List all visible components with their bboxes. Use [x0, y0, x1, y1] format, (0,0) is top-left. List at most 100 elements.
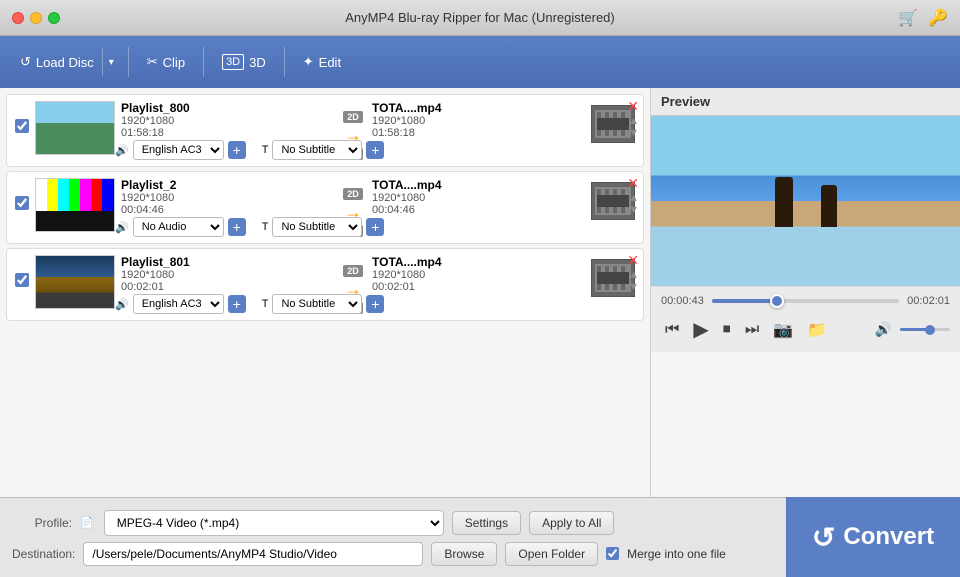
convert-button[interactable]: ↺ Convert — [812, 521, 934, 554]
beach-scene — [651, 116, 960, 286]
skip-end-button[interactable]: ⏭ — [741, 319, 763, 341]
load-disc-dropdown[interactable]: ▾ — [102, 48, 120, 76]
item-0-output-name: TOTA....mp4 — [372, 101, 585, 115]
item-2-subtitle-select[interactable]: No Subtitle — [272, 294, 362, 314]
item-2-move-up[interactable]: ▲ — [628, 269, 639, 281]
item-0-reorder: ▲ ▼ — [628, 115, 639, 139]
item-0-audio-select[interactable]: English AC3 No Audio — [133, 140, 224, 160]
item-1-subtitle-select[interactable]: No Subtitle — [272, 217, 362, 237]
item-1-checkbox[interactable] — [15, 196, 29, 210]
item-0-close[interactable]: ✕ — [627, 99, 639, 113]
merge-checkbox[interactable] — [606, 547, 619, 560]
play-button[interactable]: ▶ — [689, 315, 712, 344]
clip-icon: ✂ — [147, 54, 158, 70]
volume-icon[interactable]: 🔊 — [871, 319, 896, 340]
item-1-duration: 00:04:46 — [121, 204, 334, 216]
settings-button[interactable]: Settings — [452, 511, 521, 535]
item-1-tracks: 🔊 No Audio English AC3 + T No Subtitle + — [115, 217, 384, 237]
item-2-checkbox[interactable] — [15, 273, 29, 287]
load-disc-icon: ↺ — [20, 54, 31, 70]
item-1-audio-select[interactable]: No Audio English AC3 — [133, 217, 224, 237]
close-button[interactable] — [12, 12, 24, 24]
item-0-subtitle-add[interactable]: + — [366, 141, 384, 159]
item-2-name: Playlist_801 — [121, 255, 334, 269]
item-2-move-down[interactable]: ▼ — [628, 281, 639, 293]
item-2-info: Playlist_801 1920*1080 00:02:01 — [121, 255, 334, 293]
item-0-audio-icon: 🔊 — [115, 144, 129, 157]
item-0-badge-src: 2D — [343, 111, 363, 123]
content-wrapper: Playlist_800 1920*1080 01:58:18 2D → 2D … — [0, 88, 960, 577]
item-1-reorder: ▲ ▼ — [628, 192, 639, 216]
item-1-audio-icon: 🔊 — [115, 221, 129, 234]
folder-button[interactable]: 📁 — [803, 318, 831, 342]
item-0-subtitle-icon: T — [262, 144, 269, 156]
figure-1 — [775, 177, 793, 227]
item-1-name: Playlist_2 — [121, 178, 334, 192]
title-bar: AnyMP4 Blu-ray Ripper for Mac (Unregiste… — [0, 0, 960, 36]
item-2-subtitle-icon: T — [262, 298, 269, 310]
item-1-resolution: 1920*1080 — [121, 192, 334, 204]
item-2-reorder: ▲ ▼ — [628, 269, 639, 293]
user-icon[interactable]: 🔑 — [928, 8, 948, 28]
item-1-audio-add[interactable]: + — [228, 218, 246, 236]
item-1-badge-src: 2D — [343, 188, 363, 200]
item-1-subtitle-add[interactable]: + — [366, 218, 384, 236]
item-0-subtitle-select[interactable]: No Subtitle — [272, 140, 362, 160]
progress-track[interactable] — [712, 299, 899, 303]
item-0-move-down[interactable]: ▼ — [628, 127, 639, 139]
screenshot-button[interactable]: 📷 — [769, 318, 797, 342]
edit-label: Edit — [319, 55, 341, 70]
clip-button[interactable]: ✂ Clip — [137, 48, 195, 76]
item-2-badge-src: 2D — [343, 265, 363, 277]
item-1-output-res: 1920*1080 — [372, 192, 585, 204]
convert-icon: ↺ — [812, 521, 835, 554]
item-0-duration: 01:58:18 — [121, 127, 334, 139]
item-0-resolution: 1920*1080 — [121, 115, 334, 127]
figure-2 — [821, 185, 837, 227]
minimize-button[interactable] — [30, 12, 42, 24]
edit-button[interactable]: ✦ Edit — [293, 48, 351, 76]
apply-all-button[interactable]: Apply to All — [529, 511, 614, 535]
item-0-output-dur: 01:58:18 — [372, 127, 585, 139]
traffic-lights — [12, 12, 60, 24]
volume-track[interactable] — [900, 328, 950, 331]
item-0-move-up[interactable]: ▲ — [628, 115, 639, 127]
toolbar-divider-3 — [284, 47, 285, 77]
item-0-audio-add[interactable]: + — [228, 141, 246, 159]
profile-icon: 📄 — [80, 516, 94, 529]
item-2-thumbnail — [35, 255, 115, 309]
progress-bar-container: 00:00:43 00:02:01 — [661, 295, 950, 307]
profile-select[interactable]: MPEG-4 Video (*.mp4) — [104, 510, 444, 536]
item-0-info: Playlist_800 1920*1080 01:58:18 — [121, 101, 334, 139]
cart-icon[interactable]: 🛒 — [898, 8, 918, 28]
item-2-subtitle-add[interactable]: + — [366, 295, 384, 313]
preview-video — [651, 116, 960, 286]
threed-button[interactable]: 3D 3D — [212, 48, 276, 76]
destination-label: Destination: — [12, 547, 75, 561]
destination-input[interactable]: /Users/pele/Documents/AnyMP4 Studio/Vide… — [83, 542, 423, 566]
open-folder-button[interactable]: Open Folder — [505, 542, 598, 566]
browse-button[interactable]: Browse — [431, 542, 497, 566]
toolbar-divider-1 — [128, 47, 129, 77]
clip-label: Clip — [163, 55, 185, 70]
skip-start-button[interactable]: ⏮ — [661, 319, 683, 341]
item-0-thumbnail — [35, 101, 115, 155]
threed-label: 3D — [249, 55, 266, 70]
item-0-output: TOTA....mp4 1920*1080 01:58:18 — [372, 101, 585, 139]
item-2-audio-add[interactable]: + — [228, 295, 246, 313]
item-2-audio-select[interactable]: English AC3 No Audio — [133, 294, 224, 314]
film-strip-icon — [595, 110, 631, 138]
item-1-close[interactable]: ✕ — [627, 176, 639, 190]
item-0-checkbox[interactable] — [15, 119, 29, 133]
maximize-button[interactable] — [48, 12, 60, 24]
item-1-info: Playlist_2 1920*1080 00:04:46 — [121, 178, 334, 216]
preview-controls: 00:00:43 00:02:01 ⏮ ▶ ⏹ ⏭ 📷 📁 🔊 — [651, 286, 960, 352]
item-2-close[interactable]: ✕ — [627, 253, 639, 267]
item-1-move-up[interactable]: ▲ — [628, 192, 639, 204]
item-1-move-down[interactable]: ▼ — [628, 204, 639, 216]
load-disc-button[interactable]: ↺ Load Disc — [12, 48, 102, 76]
item-1-thumbnail — [35, 178, 115, 232]
list-item: Playlist_800 1920*1080 01:58:18 2D → 2D … — [6, 94, 644, 167]
preview-panel: Preview 00:00:43 00:02:01 ⏮ — [650, 88, 960, 497]
stop-button[interactable]: ⏹ — [719, 319, 735, 341]
